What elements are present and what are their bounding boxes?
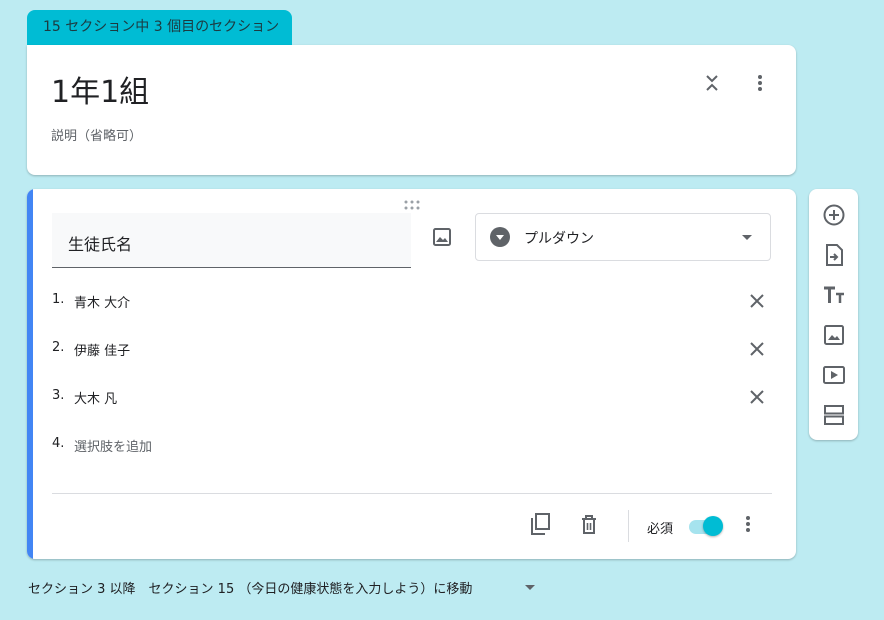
question-title-text: 生徒氏名 — [68, 235, 133, 254]
close-icon[interactable] — [742, 382, 772, 412]
after-section-nav[interactable]: セクション 3 以降 セクション 15 （今日の健康状態を入力しよう）に移動 — [28, 578, 472, 597]
video-icon[interactable] — [819, 360, 849, 390]
add-circle-icon[interactable] — [819, 200, 849, 230]
option-text[interactable]: 伊藤 佳子 — [74, 340, 130, 359]
section-title[interactable]: 1年1組 — [51, 67, 149, 111]
close-icon[interactable] — [742, 334, 772, 364]
footer-separator — [628, 510, 629, 542]
option-text[interactable]: 大木 凡 — [74, 388, 117, 407]
required-toggle[interactable] — [687, 516, 725, 536]
more-vert-icon[interactable] — [745, 68, 775, 98]
section-description[interactable]: 説明（省略可） — [51, 125, 142, 144]
question-card[interactable]: 生徒氏名 プルダウン 1. 青木 大介 2. 伊藤 佳子 3. 大木 凡 4. … — [27, 189, 796, 559]
section-icon[interactable] — [819, 400, 849, 430]
collapse-icon[interactable] — [697, 68, 727, 98]
section-tab: 15 セクション中 3 個目のセクション — [27, 10, 292, 45]
question-accent-bar — [27, 189, 33, 559]
option-row-1[interactable]: 1. 青木 大介 — [52, 286, 772, 316]
add-option-row[interactable]: 4. 選択肢を追加 — [52, 430, 772, 460]
question-type-label: プルダウン — [524, 231, 594, 247]
image-icon[interactable] — [819, 320, 849, 350]
import-icon[interactable] — [819, 240, 849, 270]
chevron-down-icon[interactable] — [525, 585, 535, 590]
add-option-link[interactable]: 選択肢を追加 — [74, 436, 152, 455]
drag-handle-icon[interactable] — [404, 195, 420, 210]
delete-icon[interactable] — [574, 509, 604, 539]
close-icon[interactable] — [742, 286, 772, 316]
required-label: 必須 — [647, 522, 674, 537]
option-row-3[interactable]: 3. 大木 凡 — [52, 382, 772, 412]
question-footer-divider — [52, 493, 772, 494]
duplicate-icon[interactable] — [525, 509, 555, 539]
section-header-card: 1年1組 説明（省略可） — [27, 45, 796, 175]
option-row-2[interactable]: 2. 伊藤 佳子 — [52, 334, 772, 364]
question-title-field[interactable]: 生徒氏名 — [52, 213, 411, 268]
option-number: 1. — [52, 292, 65, 307]
floating-toolbar — [809, 189, 858, 440]
chevron-down-icon — [742, 235, 752, 240]
add-image-icon[interactable] — [427, 222, 457, 252]
option-number: 4. — [52, 436, 65, 451]
title-icon[interactable] — [819, 280, 849, 310]
option-text[interactable]: 青木 大介 — [74, 292, 130, 311]
toggle-knob — [703, 516, 723, 536]
more-vert-icon[interactable] — [733, 509, 763, 539]
dropdown-type-icon — [490, 227, 510, 247]
option-number: 3. — [52, 388, 65, 403]
option-number: 2. — [52, 340, 65, 355]
question-type-select[interactable]: プルダウン — [475, 213, 771, 261]
